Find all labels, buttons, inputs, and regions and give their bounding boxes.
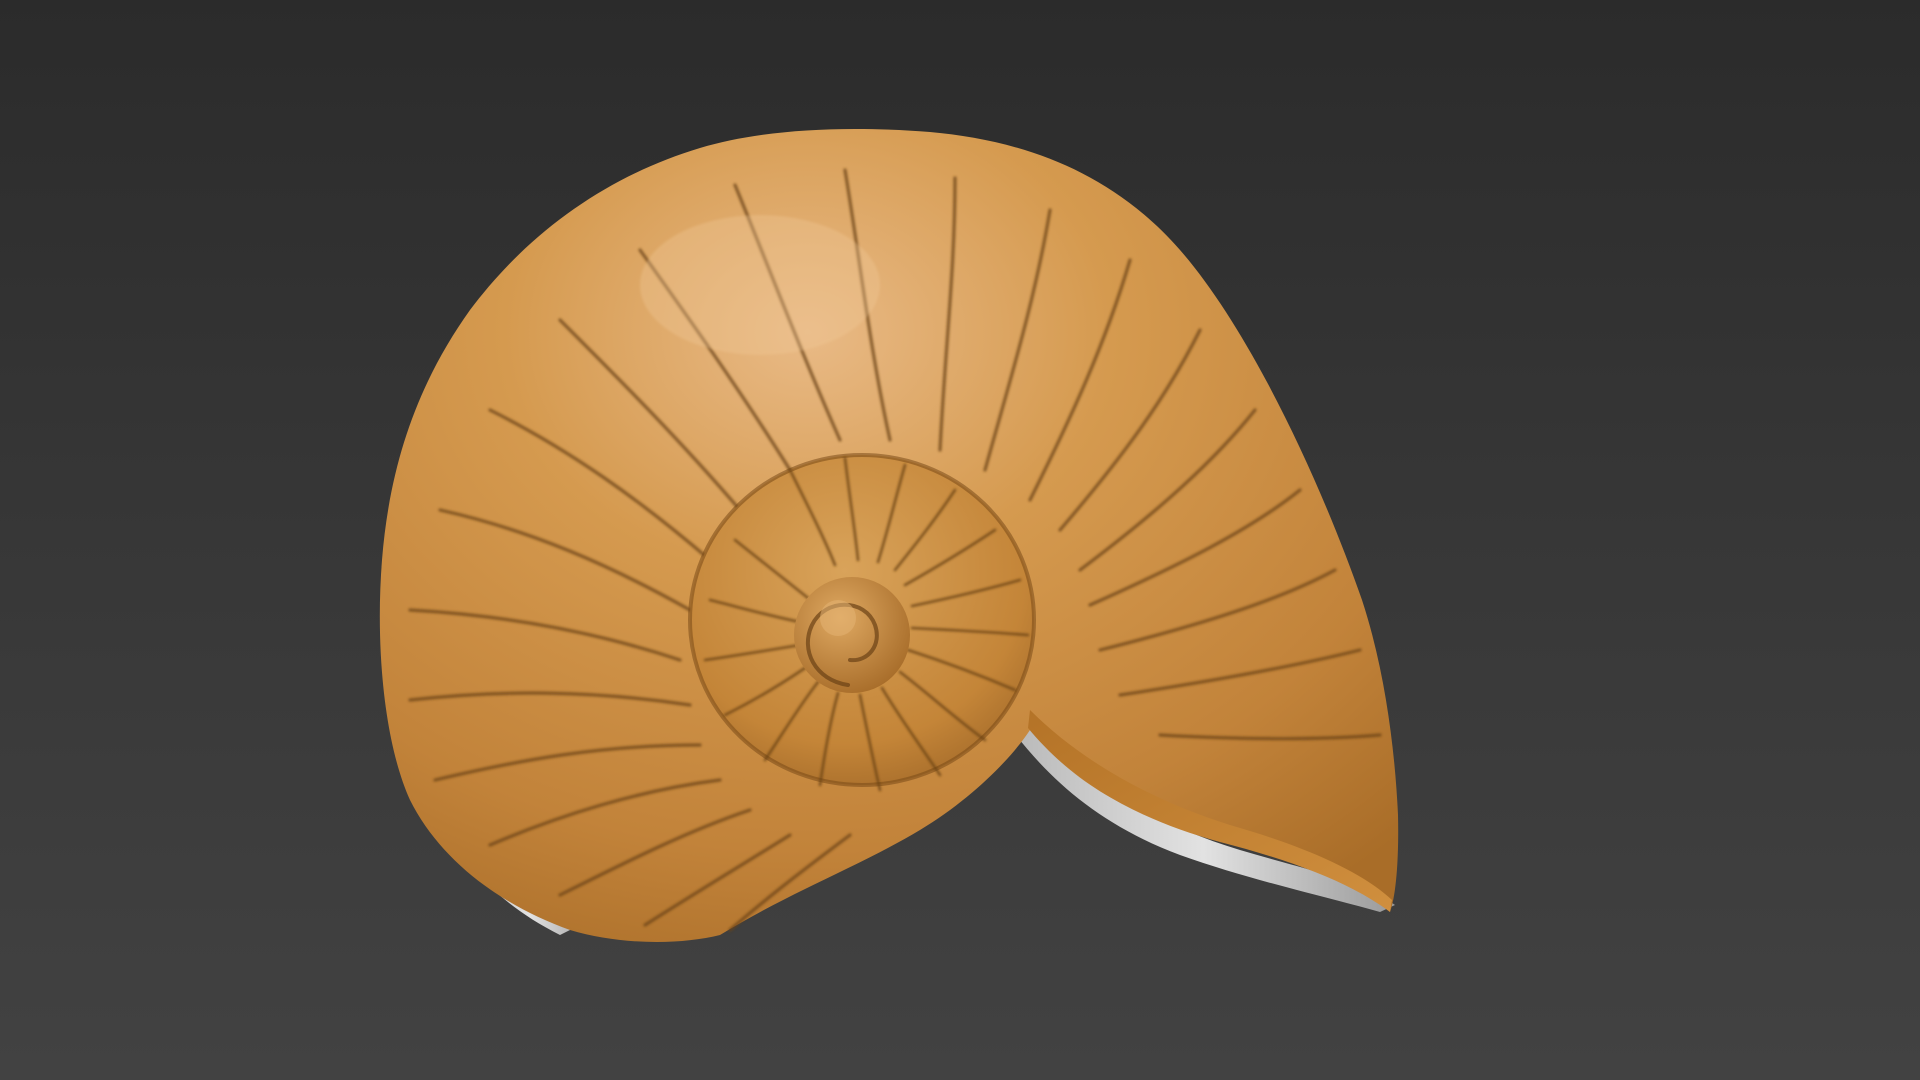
shell-specular-highlight: [640, 215, 880, 355]
shell-core-highlight: [820, 600, 856, 636]
shell-core: [794, 577, 910, 693]
viewport-canvas[interactable]: [0, 0, 1920, 1080]
3d-viewport[interactable]: [0, 0, 1920, 1080]
nautilus-shell-model[interactable]: [379, 128, 1399, 942]
